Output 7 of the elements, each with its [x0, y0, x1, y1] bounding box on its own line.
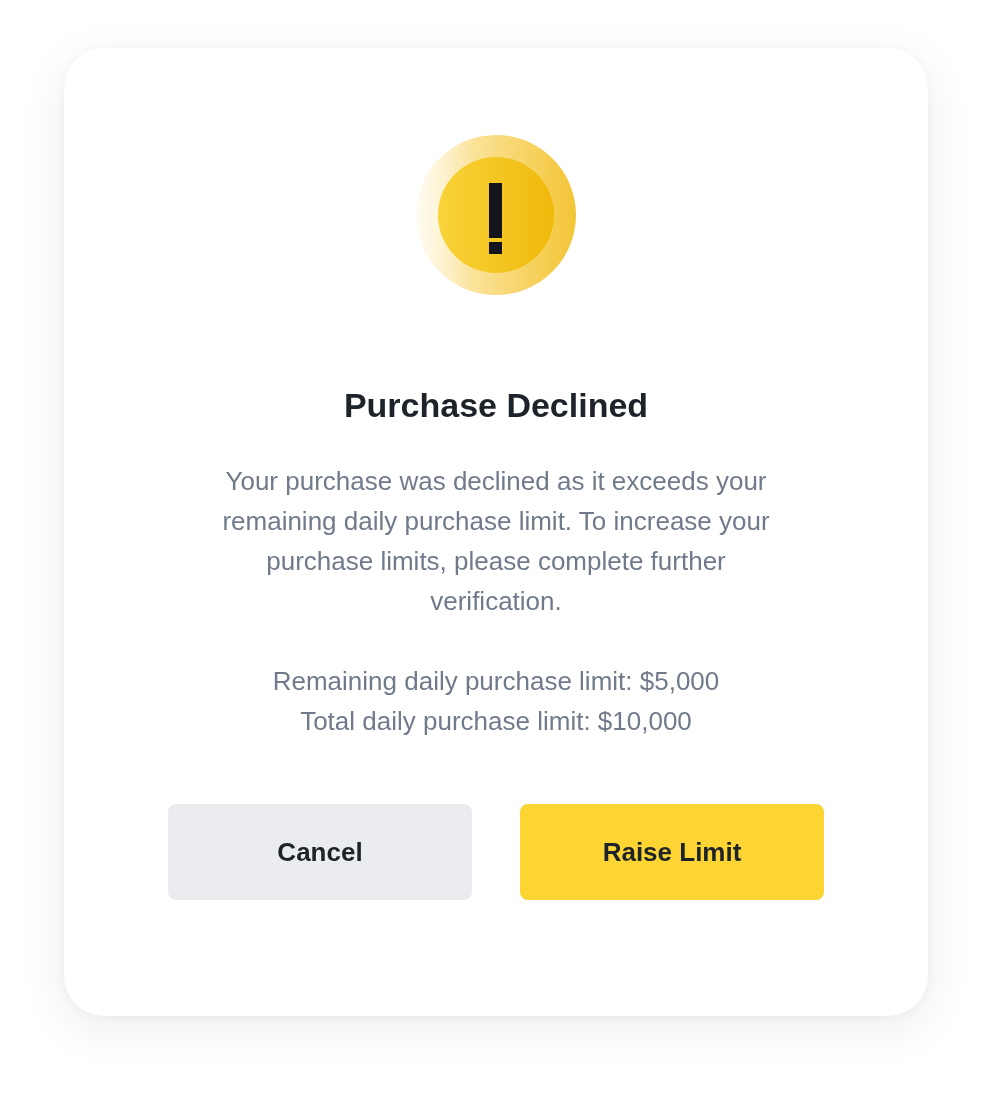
warning-icon — [416, 135, 576, 295]
dialog-message: Your purchase was declined as it exceeds your remaining daily purchase limit. To increase your purchase limits, please complete further verification. — [221, 465, 771, 618]
raise-limit-button[interactable]: Raise Limit — [520, 804, 824, 900]
dialog-title: Purchase Declined — [343, 387, 649, 423]
limit-text: Remaining daily purchase limit: $5,000 — [272, 665, 720, 698]
limit-text: Total daily purchase limit: $10,000 — [300, 705, 692, 738]
cancel-button[interactable]: Cancel — [168, 804, 472, 900]
